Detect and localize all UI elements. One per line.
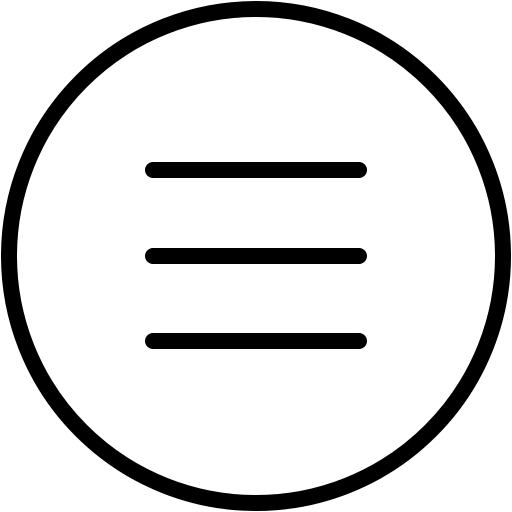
icon-canvas (0, 0, 512, 512)
menu-button[interactable] (0, 0, 512, 512)
hamburger-menu-circle-icon[interactable] (0, 0, 512, 512)
